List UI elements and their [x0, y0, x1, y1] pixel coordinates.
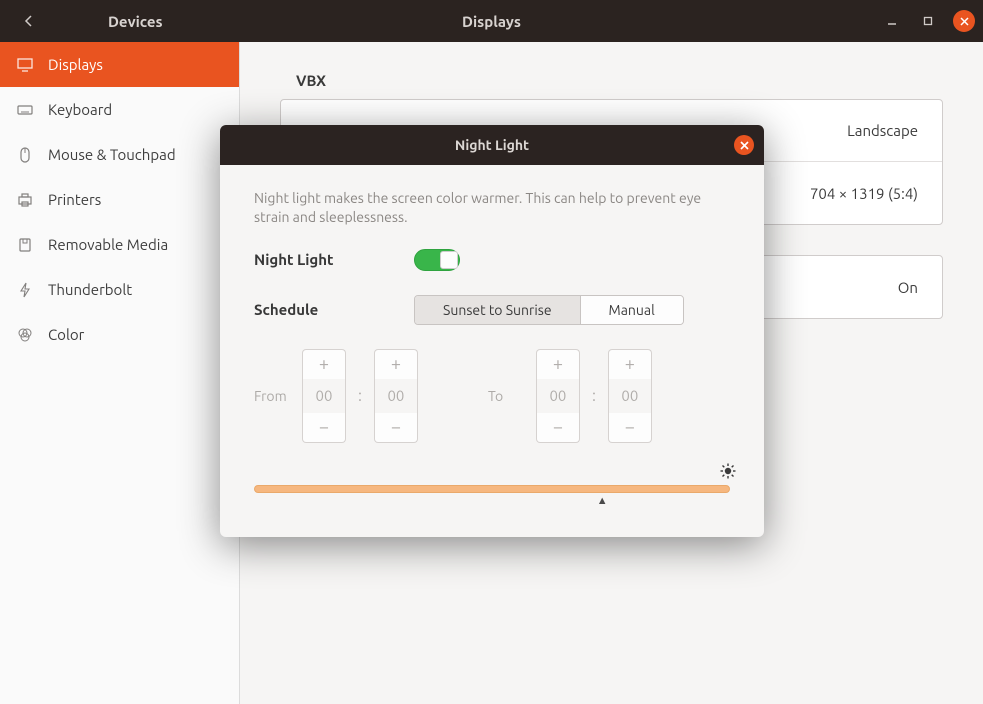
to-hour-value[interactable]: 00	[536, 379, 580, 413]
schedule-label: Schedule	[254, 301, 414, 318]
sidebar: Displays Keyboard Mouse & Touchpad Print…	[0, 42, 240, 704]
to-minute-value[interactable]: 00	[608, 379, 652, 413]
sidebar-item-label: Printers	[48, 191, 101, 208]
from-minute-value[interactable]: 00	[374, 379, 418, 413]
maximize-button[interactable]	[917, 10, 939, 32]
sidebar-item-removable-media[interactable]: Removable Media	[0, 222, 239, 267]
close-icon	[960, 17, 969, 26]
sidebar-item-label: Displays	[48, 56, 103, 73]
keyboard-icon	[16, 101, 34, 119]
devices-label: Devices	[108, 13, 163, 30]
to-hour-decrement[interactable]: −	[536, 413, 580, 443]
dialog-title: Night Light	[455, 137, 529, 153]
night-light-toggle-label: Night Light	[254, 251, 414, 268]
sidebar-item-color[interactable]: Color	[0, 312, 239, 357]
sidebar-item-label: Removable Media	[48, 236, 168, 253]
sidebar-item-label: Mouse & Touchpad	[48, 146, 176, 163]
schedule-segmented-control: Sunset to Sunrise Manual	[414, 295, 684, 325]
color-temperature-slider-area: ▲	[254, 485, 730, 493]
from-minute-decrement[interactable]: −	[374, 413, 418, 443]
to-minute-decrement[interactable]: −	[608, 413, 652, 443]
sidebar-item-label: Keyboard	[48, 101, 112, 118]
titlebar: Devices Displays	[0, 0, 983, 42]
schedule-option-sunset[interactable]: Sunset to Sunrise	[415, 296, 581, 324]
orientation-value: Landscape	[847, 122, 918, 139]
close-icon	[740, 141, 749, 150]
temperature-icon	[720, 463, 736, 483]
time-separator: :	[358, 387, 362, 405]
dialog-description: Night light makes the screen color warme…	[254, 189, 730, 227]
to-minute-spinner: + 00 −	[608, 349, 652, 443]
monitor-icon	[16, 56, 34, 74]
thunderbolt-icon	[16, 281, 34, 299]
night-light-toggle[interactable]	[414, 249, 460, 271]
sidebar-item-printers[interactable]: Printers	[0, 177, 239, 222]
from-hour-spinner: + 00 −	[302, 349, 346, 443]
slider-thumb-marker[interactable]: ▲	[597, 495, 608, 507]
dialog-close-button[interactable]	[734, 135, 754, 155]
sidebar-item-label: Thunderbolt	[48, 281, 132, 298]
from-hour-value[interactable]: 00	[302, 379, 346, 413]
to-label: To	[488, 388, 524, 404]
sidebar-item-thunderbolt[interactable]: Thunderbolt	[0, 267, 239, 312]
media-icon	[16, 236, 34, 254]
sidebar-item-keyboard[interactable]: Keyboard	[0, 87, 239, 132]
display-section-title: VBX	[296, 72, 943, 89]
to-minute-increment[interactable]: +	[608, 349, 652, 379]
night-light-row-value: On	[898, 279, 918, 296]
color-icon	[16, 326, 34, 344]
chevron-left-icon	[23, 15, 35, 27]
close-button[interactable]	[953, 10, 975, 32]
from-hour-decrement[interactable]: −	[302, 413, 346, 443]
from-label: From	[254, 388, 290, 404]
time-separator: :	[592, 387, 596, 405]
minimize-button[interactable]	[881, 10, 903, 32]
color-temperature-slider[interactable]	[254, 485, 730, 493]
dialog-header: Night Light	[220, 125, 764, 165]
sidebar-item-label: Color	[48, 326, 84, 343]
maximize-icon	[923, 16, 933, 26]
sidebar-item-mouse-touchpad[interactable]: Mouse & Touchpad	[0, 132, 239, 177]
switch-knob	[440, 251, 458, 269]
from-minute-spinner: + 00 −	[374, 349, 418, 443]
night-light-dialog: Night Light Night light makes the screen…	[220, 125, 764, 537]
settings-window: Devices Displays Displays Keyboard	[0, 0, 983, 704]
from-minute-increment[interactable]: +	[374, 349, 418, 379]
resolution-value: 704 × 1319 (5:4)	[810, 185, 918, 202]
to-hour-increment[interactable]: +	[536, 349, 580, 379]
to-hour-spinner: + 00 −	[536, 349, 580, 443]
mouse-icon	[16, 146, 34, 164]
schedule-option-manual[interactable]: Manual	[581, 296, 683, 324]
sidebar-item-displays[interactable]: Displays	[0, 42, 239, 87]
back-button[interactable]	[10, 4, 48, 38]
window-title: Displays	[462, 13, 521, 30]
from-hour-increment[interactable]: +	[302, 349, 346, 379]
minimize-icon	[887, 16, 897, 26]
printer-icon	[16, 191, 34, 209]
